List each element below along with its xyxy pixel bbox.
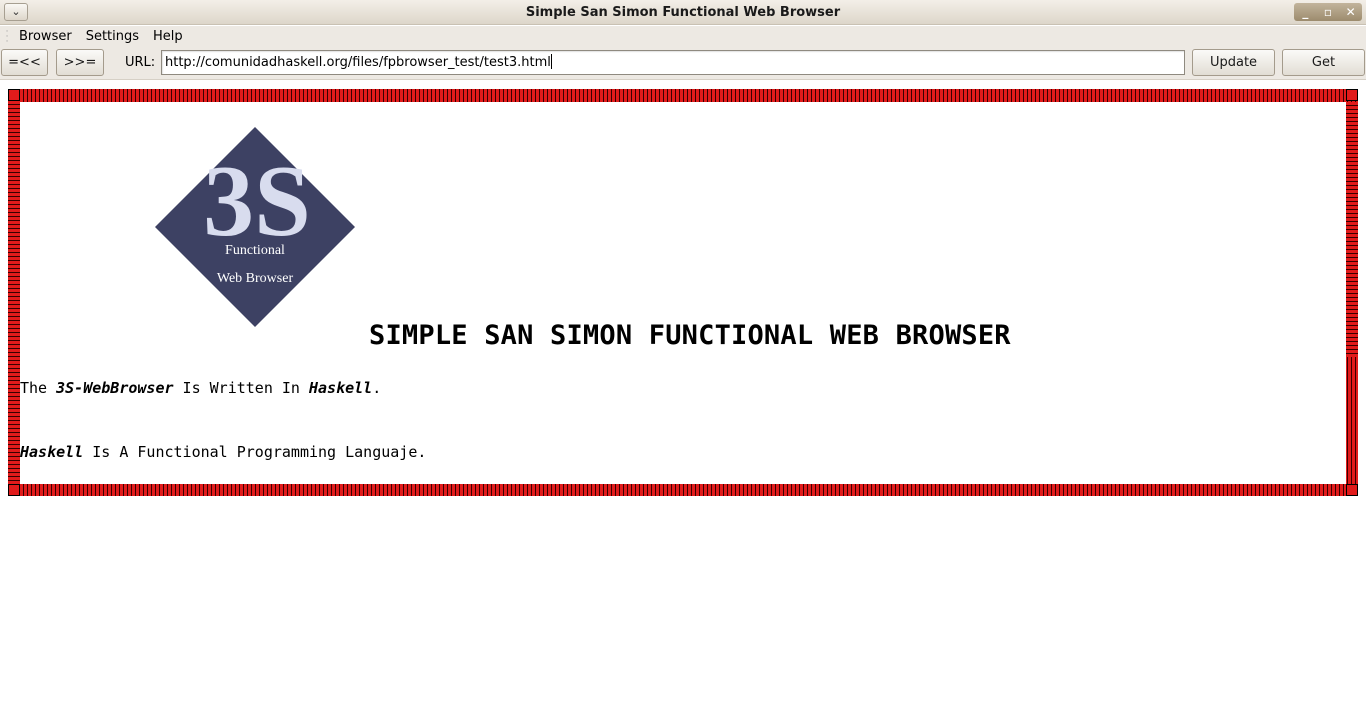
- menu-settings[interactable]: Settings: [79, 26, 146, 47]
- em-haskell: Haskell: [309, 379, 373, 397]
- url-label: URL:: [125, 55, 156, 70]
- window-controls: _ ▫ ✕: [1294, 3, 1362, 21]
- minimize-icon[interactable]: _: [1295, 5, 1315, 19]
- toolbar: =<< >>= URL: http://comunidadhaskell.org…: [0, 47, 1366, 80]
- logo-big-text: 3S: [203, 145, 311, 258]
- close-icon[interactable]: ✕: [1341, 5, 1361, 19]
- paragraph-1: The 3S-WebBrowser Is Written In Haskell.: [20, 379, 382, 397]
- menu-bar: · · · Browser Settings Help: [0, 26, 1366, 47]
- url-input[interactable]: http://comunidadhaskell.org/files/fpbrow…: [161, 50, 1185, 75]
- frame-left-edge: [8, 89, 20, 496]
- menu-help[interactable]: Help: [146, 26, 190, 47]
- vertical-scrollbar[interactable]: [1346, 102, 1358, 357]
- update-button[interactable]: Update: [1192, 49, 1275, 76]
- grip-handle-icon: · · ·: [5, 26, 9, 47]
- paragraph-2: Haskell Is A Functional Programming Lang…: [20, 443, 427, 461]
- frame-corner-bottom-left: [8, 484, 20, 496]
- forward-button[interactable]: >>=: [56, 49, 104, 76]
- browser-logo: 3S Functional Web Browser: [155, 127, 355, 327]
- page-heading: SIMPLE SAN SIMON FUNCTIONAL WEB BROWSER: [369, 320, 1011, 351]
- page-frame: 3S Functional Web Browser SIMPLE SAN SIM…: [8, 89, 1358, 496]
- get-button[interactable]: Get: [1282, 49, 1365, 76]
- em-haskell: Haskell: [20, 443, 84, 461]
- em-3s-webbrowser: 3S-WebBrowser: [56, 379, 174, 397]
- menu-browser[interactable]: Browser: [12, 26, 79, 47]
- frame-corner-top-right: [1346, 89, 1358, 101]
- frame-corner-bottom-right: [1346, 484, 1358, 496]
- frame-corner-top-left: [8, 89, 20, 101]
- title-bar: ⌄ Simple San Simon Functional Web Browse…: [0, 0, 1366, 25]
- back-button[interactable]: =<<: [1, 49, 48, 76]
- logo-line-1: Functional: [225, 243, 285, 258]
- url-value: http://comunidadhaskell.org/files/fpbrow…: [165, 55, 551, 70]
- logo-line-2: Web Browser: [217, 271, 294, 286]
- maximize-icon[interactable]: ▫: [1318, 5, 1338, 19]
- text-caret: [550, 54, 552, 69]
- window-title: Simple San Simon Functional Web Browser: [525, 5, 841, 20]
- page-content: 3S Functional Web Browser SIMPLE SAN SIM…: [20, 102, 1346, 484]
